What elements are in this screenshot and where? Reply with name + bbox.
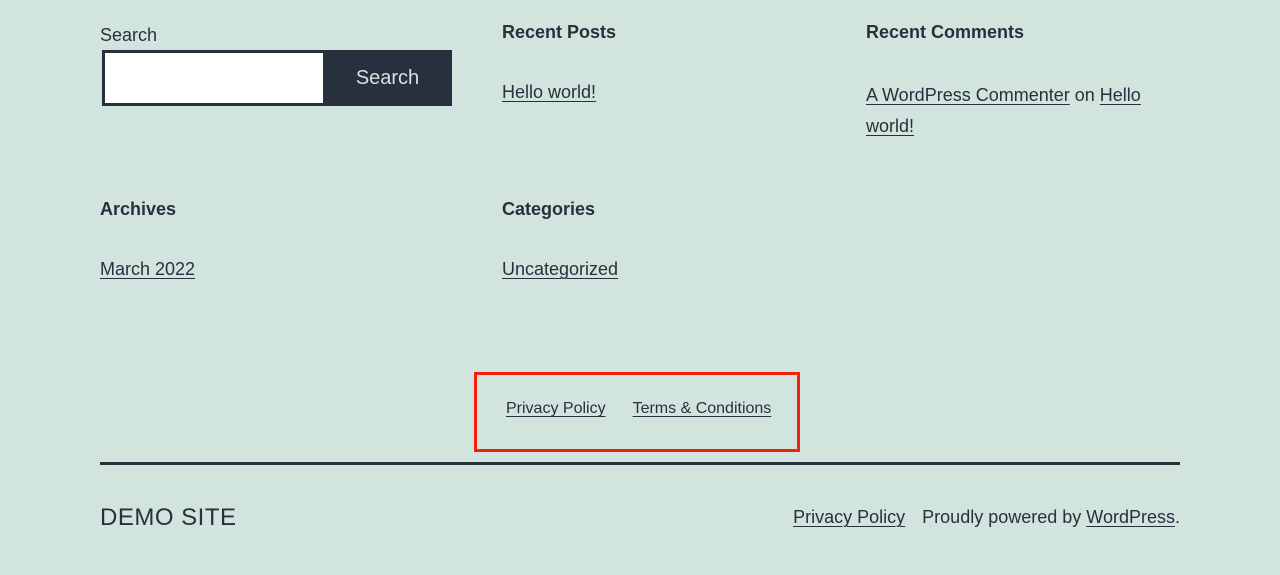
search-input[interactable] [105,53,323,103]
category-link[interactable]: Uncategorized [502,259,618,280]
footer-nav-privacy-policy[interactable]: Privacy Policy [506,400,606,418]
categories-title: Categories [502,199,596,219]
privacy-policy-link[interactable]: Privacy Policy [793,507,905,527]
powered-by-text: Proudly powered by [922,507,1082,527]
recent-comments-title: Recent Comments [866,22,1025,42]
footer-nav-terms-conditions[interactable]: Terms & Conditions [633,400,772,418]
recent-posts-title: Recent Posts [502,22,617,42]
footer-navigation: Privacy Policy Terms & Conditions [506,400,771,418]
powered-suffix: . [1174,507,1180,527]
comment-author-link[interactable]: A WordPress Commenter [866,85,1070,105]
wordpress-link[interactable]: WordPress [1086,507,1175,527]
footer-divider [100,462,1180,465]
site-info: Privacy Policy Proudly powered by WordPr… [793,507,1180,528]
recent-comment-item: A WordPress Commenter on Hello world! [866,80,1166,142]
search-button[interactable]: Search [323,50,452,106]
recent-post-link[interactable]: Hello world! [502,82,596,103]
comment-connector: on [1074,85,1095,105]
archives-title: Archives [100,199,177,219]
search-form: Search [102,50,452,106]
archive-link[interactable]: March 2022 [100,259,195,280]
search-label: Search [100,25,158,45]
site-title[interactable]: DEMO SITE [100,504,237,532]
